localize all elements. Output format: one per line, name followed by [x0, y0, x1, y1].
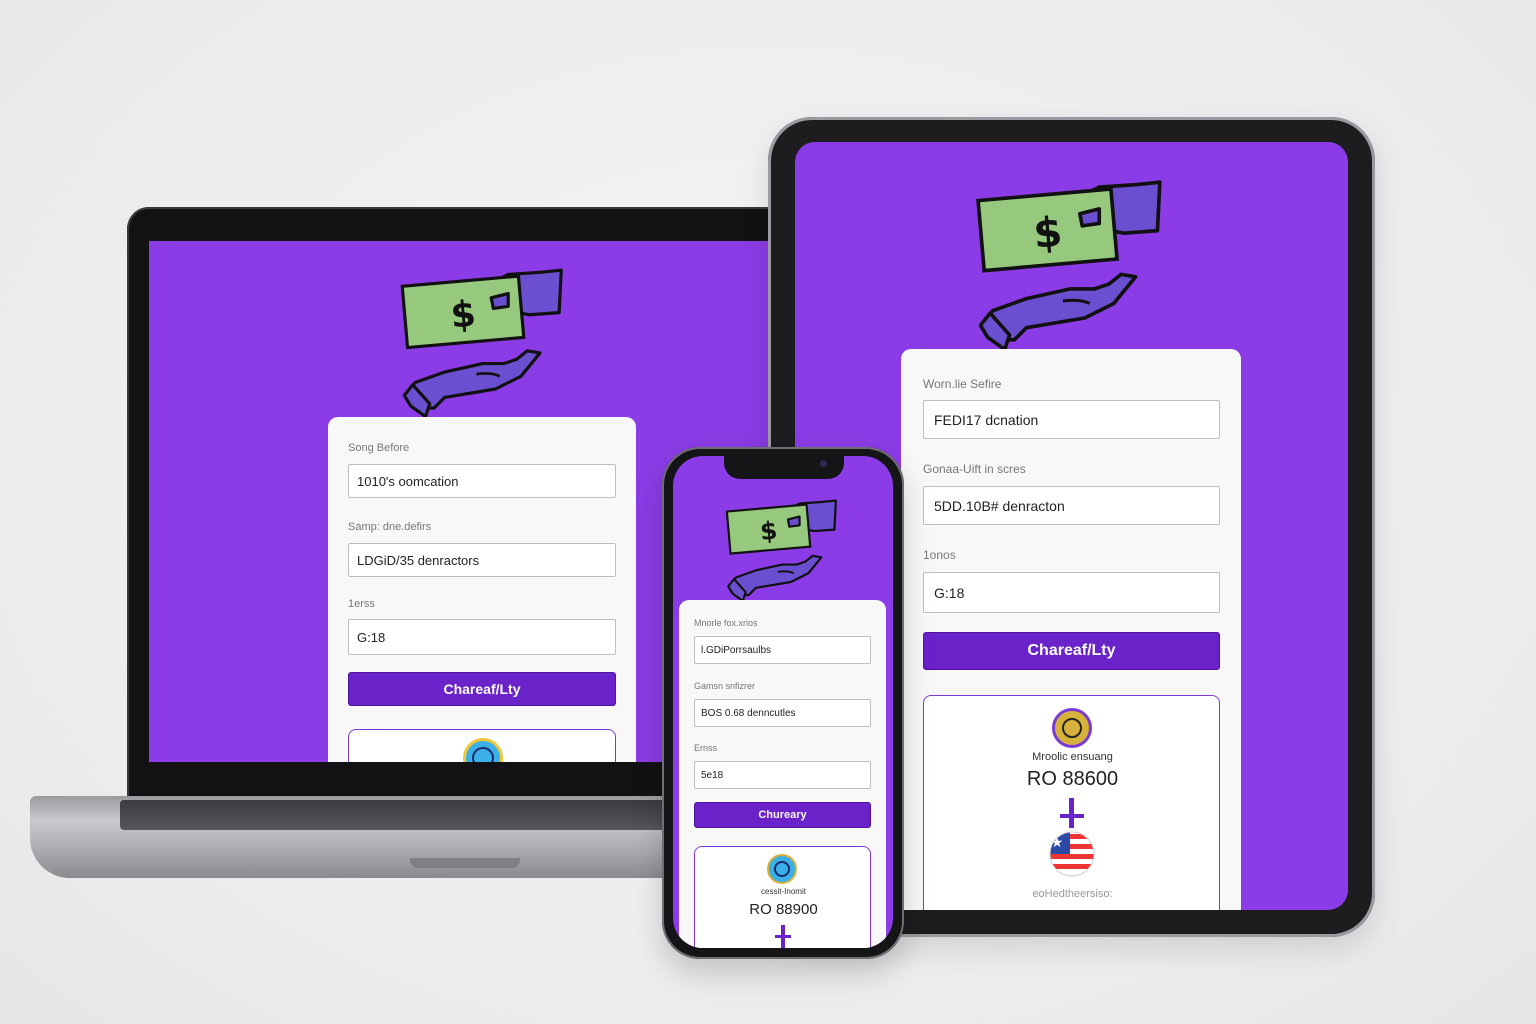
field-value: LDGiD/35 denractors: [357, 552, 480, 568]
field-label: Worn.lie Sefire: [923, 377, 1002, 391]
field-value: BOS 0.68 denncutles: [701, 707, 796, 719]
field-label: Mnorle fox.xrios: [694, 618, 758, 628]
cross-icon: [775, 925, 791, 948]
donate-button[interactable]: Chareaf/Lty: [923, 632, 1220, 670]
donation-amount-field[interactable]: LDGiD/35 denractors: [348, 543, 616, 577]
field-label: 1onos: [923, 548, 956, 562]
field-value: 1010's oomcation: [357, 473, 459, 489]
coin-logo-icon: [1052, 708, 1092, 748]
summary-amount: RO 88900: [749, 901, 818, 918]
field-label: Song Before: [348, 442, 410, 454]
money-hand-icon: [976, 180, 1162, 352]
summary-caption: Mroolic ensuang: [1032, 751, 1113, 763]
field-label: 1erss: [348, 598, 375, 610]
donation-form-card: Song Before 1010's oomcation Samp: dne.d…: [328, 417, 636, 762]
money-hand-icon: [400, 268, 563, 419]
coin-logo-icon: [463, 738, 503, 762]
donation-terms-field[interactable]: 5e18: [694, 761, 871, 789]
donation-name-field[interactable]: l.GDiPorrsaulbs: [694, 636, 871, 664]
field-value: 5DD.10B# denracton: [934, 497, 1065, 514]
donate-button[interactable]: Chareaf/Lty: [348, 672, 616, 706]
field-value: G:18: [934, 584, 965, 601]
field-label: Gamsn snfizrer: [694, 681, 756, 691]
phone-notch: [724, 455, 844, 479]
donate-button[interactable]: Chureary: [694, 802, 871, 828]
donation-amount-field[interactable]: BOS 0.68 denncutles: [694, 699, 871, 727]
donation-name-field[interactable]: FEDI17 dcnation: [923, 400, 1220, 439]
donation-form-card: Worn.lie Sefire FEDI17 dcnation Gonaa-Ui…: [901, 349, 1241, 910]
field-label: Gonaa-Uift in scres: [923, 462, 1026, 476]
summary-caption: cessit-Inomit: [761, 887, 806, 896]
field-value: l.GDiPorrsaulbs: [701, 644, 772, 656]
summary-footer: eoHedtheersiso:: [1032, 888, 1113, 900]
field-label: Samp: dne.defirs: [348, 521, 432, 533]
donation-terms-field[interactable]: G:18: [923, 572, 1220, 613]
camera-icon: [820, 460, 827, 467]
money-hand-icon: [725, 499, 837, 602]
field-value: FEDI17 dcnation: [934, 411, 1039, 428]
phone-screen: Mnorle fox.xrios l.GDiPorrsaulbs Gamsn s…: [673, 456, 893, 948]
summary-amount: RO 88600: [1026, 768, 1119, 790]
donation-summary-card: [348, 729, 616, 762]
donation-amount-field[interactable]: 5DD.10B# denracton: [923, 486, 1220, 525]
donation-summary-card: Mroolic ensuang RO 88600 ★ eoHedtheersis…: [923, 695, 1220, 910]
laptop-trackpad-notch: [410, 858, 520, 868]
donation-form-card: Mnorle fox.xrios l.GDiPorrsaulbs Gamsn s…: [679, 600, 886, 948]
us-flag-icon: ★: [1049, 798, 1095, 877]
donation-name-field[interactable]: 1010's oomcation: [348, 464, 616, 498]
field-value: G:18: [357, 629, 386, 645]
coin-logo-icon: [767, 854, 797, 884]
field-value: 5e18: [701, 769, 724, 781]
donation-terms-field[interactable]: G:18: [348, 619, 616, 655]
field-label: Ernss: [694, 743, 718, 753]
donation-summary-card: cessit-Inomit RO 88900: [694, 846, 871, 948]
